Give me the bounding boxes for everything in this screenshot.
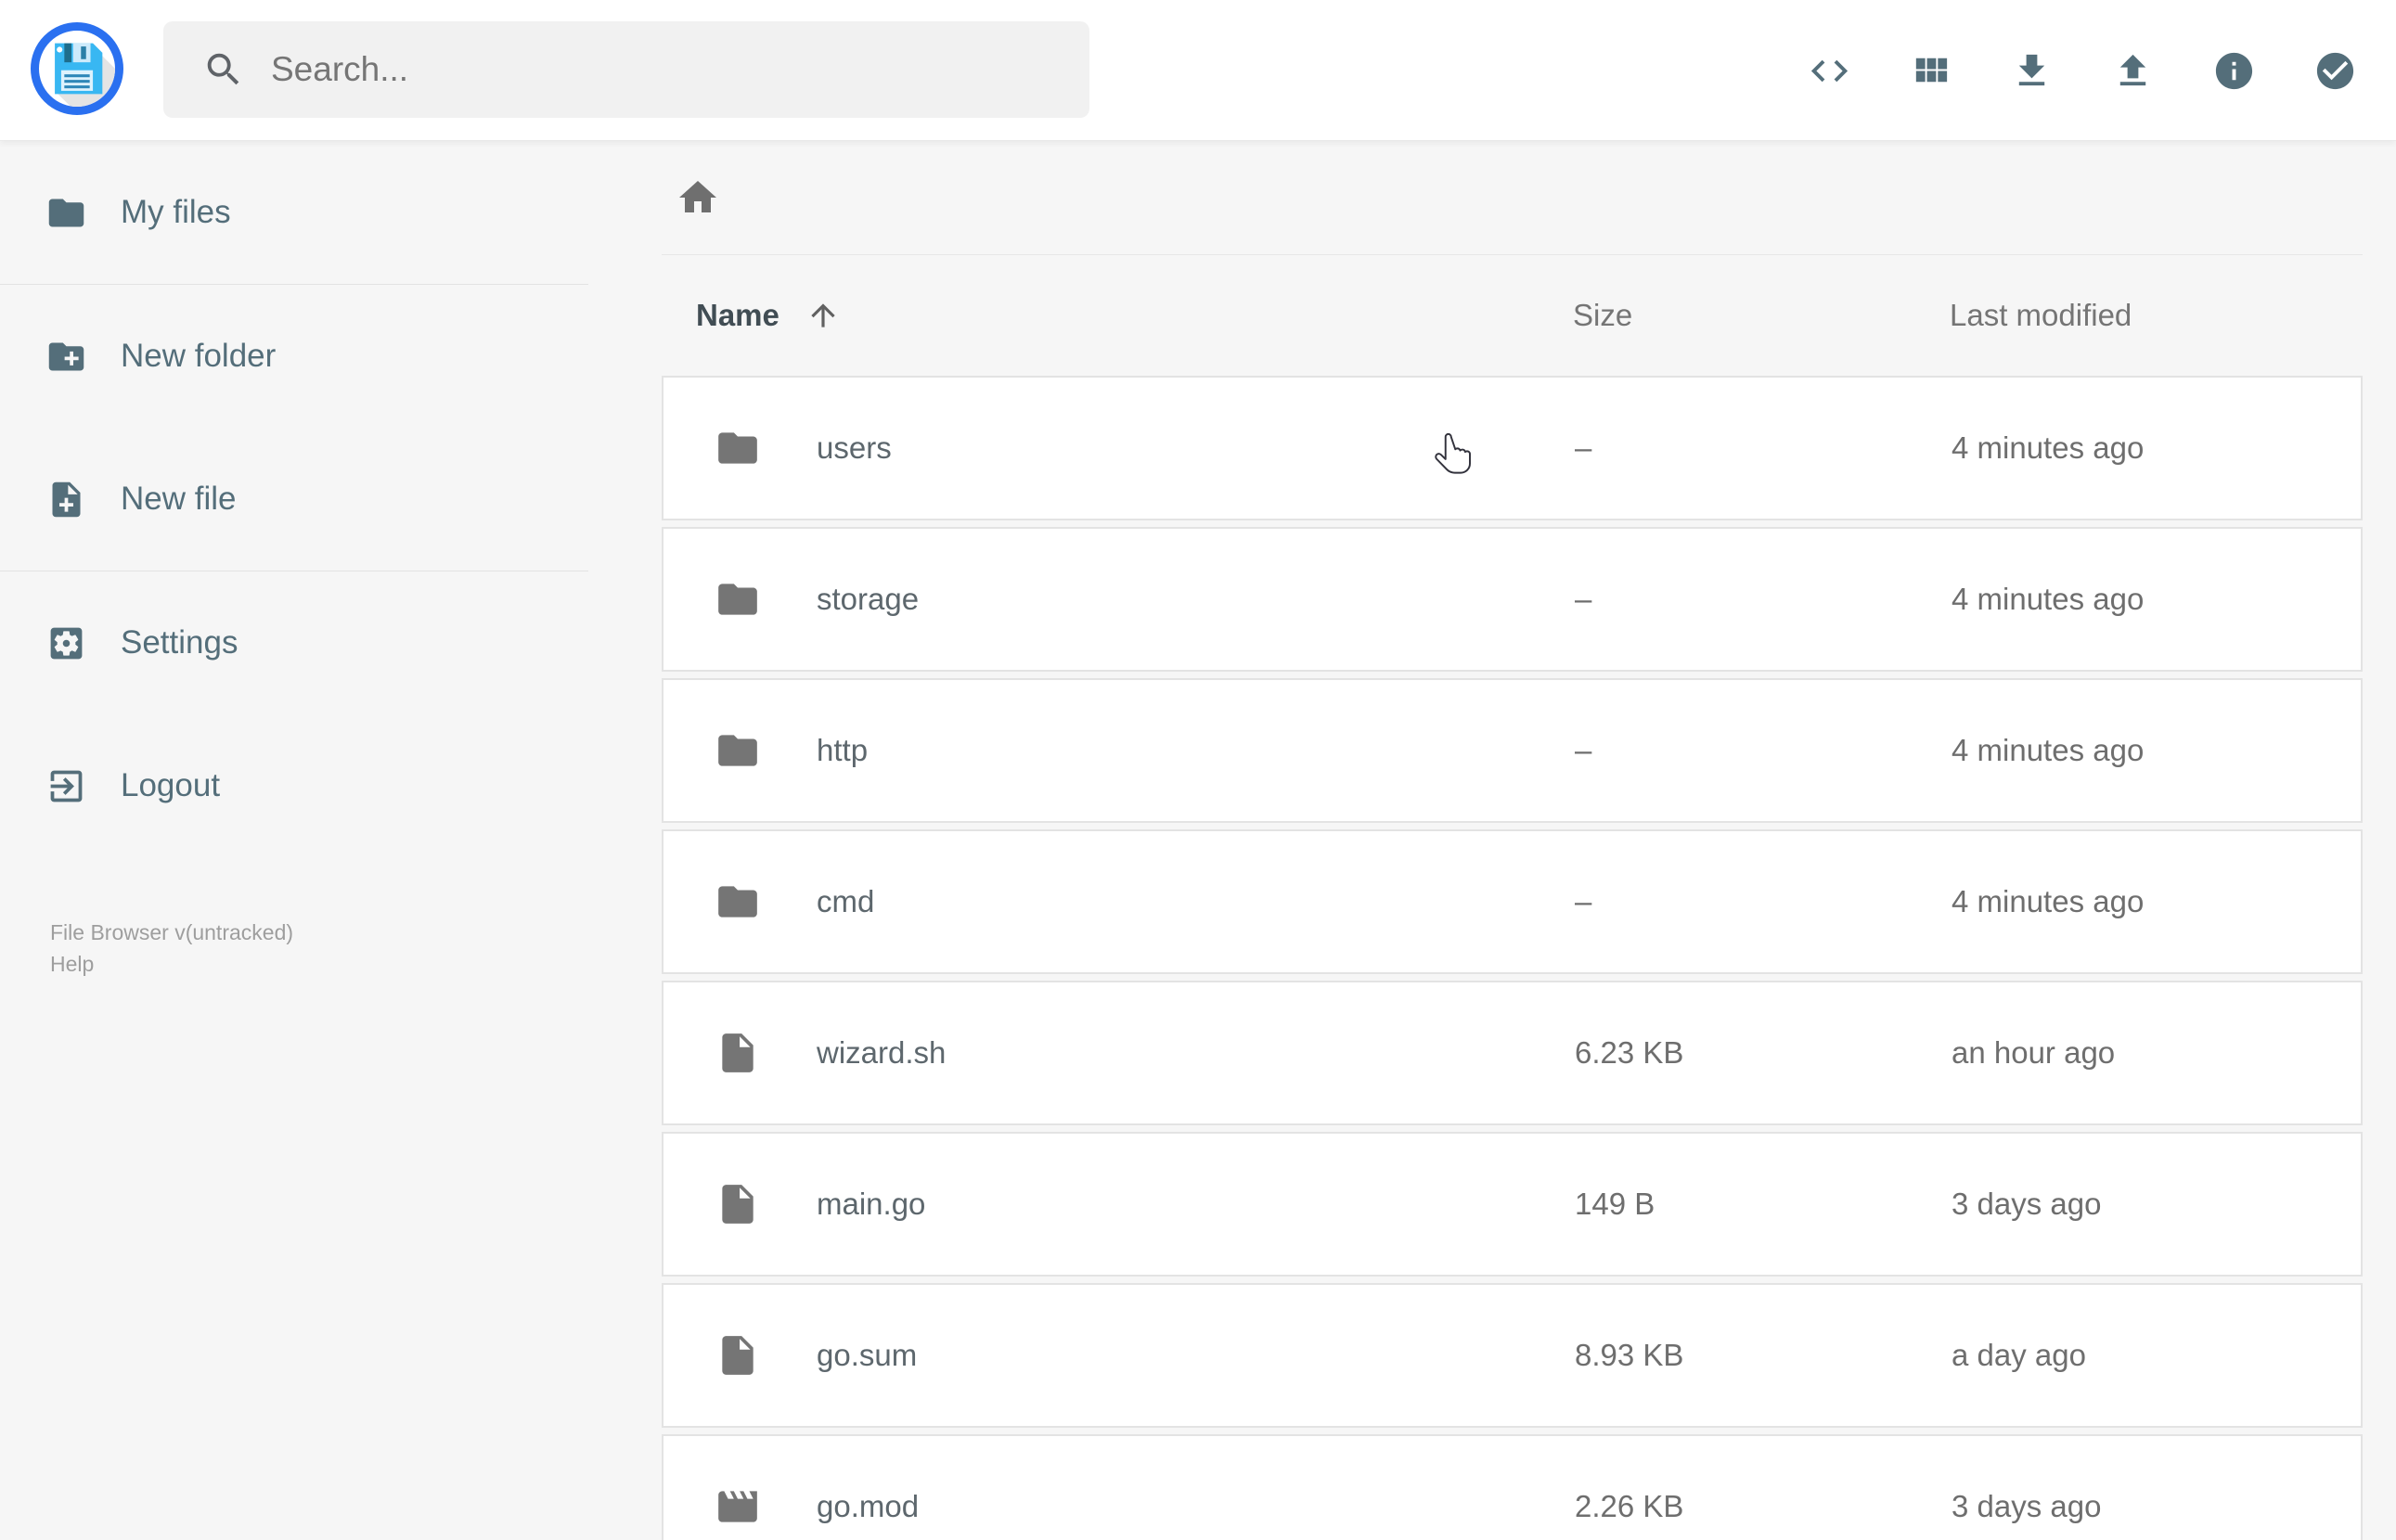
listing-header: Name Size Last modified <box>662 255 2363 376</box>
movie-icon <box>715 1483 761 1530</box>
sidebar-item-label: Logout <box>121 767 221 803</box>
app-logo[interactable] <box>31 22 123 115</box>
file-listing: Name Size Last modified users – 4 minute… <box>662 141 2363 1540</box>
item-modified: 3 days ago <box>1952 1489 2102 1523</box>
floppy-disk-icon <box>55 43 115 107</box>
download-icon <box>2010 49 2054 93</box>
folder-icon <box>715 576 761 622</box>
item-modified: 4 minutes ago <box>1952 582 2145 616</box>
item-name: storage <box>817 582 920 616</box>
sidebar-item-label: New folder <box>121 338 277 374</box>
sort-by-modified-header[interactable]: Last modified <box>1950 255 2132 376</box>
item-name: users <box>817 430 892 465</box>
row-wizard-sh[interactable]: wizard.sh 6.23 KB an hour ago <box>662 981 2363 1125</box>
item-size: 2.26 KB <box>1575 1489 1684 1523</box>
row-go-sum[interactable]: go.sum 8.93 KB a day ago <box>662 1283 2363 1428</box>
upload-button[interactable] <box>2111 49 2155 93</box>
item-name: cmd <box>817 884 875 918</box>
sidebar-item-label: Settings <box>121 624 238 661</box>
sidebar-item-settings[interactable]: Settings <box>0 571 588 714</box>
sidebar-footer: File Browser v(untracked) Help <box>50 917 570 980</box>
new-file-icon <box>45 479 87 520</box>
sidebar-item-new-file[interactable]: New file <box>0 428 588 571</box>
item-size: 8.93 KB <box>1575 1338 1684 1372</box>
file-icon <box>715 1332 761 1379</box>
name-column-label: Name <box>696 298 779 332</box>
info-icon <box>2212 49 2256 93</box>
item-name: main.go <box>817 1187 926 1221</box>
logout-icon <box>45 765 87 807</box>
sort-by-size-header[interactable]: Size <box>1573 255 1632 376</box>
item-size: – <box>1575 582 1592 616</box>
item-size: – <box>1575 430 1592 465</box>
raw-view-button[interactable] <box>1808 49 1851 93</box>
download-button[interactable] <box>2010 49 2054 93</box>
sidebar-item-my-files[interactable]: My files <box>0 141 588 284</box>
search-icon <box>202 48 245 91</box>
item-name: go.mod <box>817 1489 920 1523</box>
row-users[interactable]: users – 4 minutes ago <box>662 376 2363 520</box>
search-bar[interactable] <box>163 21 1089 118</box>
item-modified: 3 days ago <box>1952 1187 2102 1221</box>
select-multiple-button[interactable] <box>2313 49 2357 93</box>
folder-icon <box>715 425 761 471</box>
settings-icon <box>45 622 87 664</box>
folder-icon <box>45 192 87 234</box>
sidebar-item-logout[interactable]: Logout <box>0 714 588 857</box>
item-modified: 4 minutes ago <box>1952 430 2145 465</box>
search-input[interactable] <box>271 50 1089 89</box>
row-http[interactable]: http – 4 minutes ago <box>662 678 2363 823</box>
item-size: 6.23 KB <box>1575 1035 1684 1070</box>
sidebar: My files New folder New file Settings Lo… <box>0 141 588 976</box>
item-modified: a day ago <box>1952 1338 2086 1372</box>
code-icon <box>1808 49 1851 93</box>
file-icon <box>715 1181 761 1227</box>
file-icon <box>715 1030 761 1076</box>
folder-icon <box>715 727 761 774</box>
top-header <box>0 0 2396 141</box>
item-name: wizard.sh <box>817 1035 947 1070</box>
item-name: http <box>817 733 869 767</box>
row-go-mod[interactable]: go.mod 2.26 KB 3 days ago <box>662 1434 2363 1540</box>
row-storage[interactable]: storage – 4 minutes ago <box>662 527 2363 672</box>
item-size: – <box>1575 733 1592 767</box>
switch-view-button[interactable] <box>1909 49 1952 93</box>
upload-icon <box>2111 49 2155 93</box>
sidebar-item-label: My files <box>121 194 231 230</box>
row-cmd[interactable]: cmd – 4 minutes ago <box>662 829 2363 974</box>
folder-icon <box>715 879 761 925</box>
sidebar-item-new-folder[interactable]: New folder <box>0 285 588 428</box>
help-link[interactable]: Help <box>50 948 570 980</box>
item-modified: 4 minutes ago <box>1952 733 2145 767</box>
view-module-icon <box>1909 49 1952 93</box>
version-link[interactable]: File Browser v(untracked) <box>50 917 570 948</box>
item-size: – <box>1575 884 1592 918</box>
home-breadcrumb-button[interactable] <box>676 175 720 220</box>
check-circle-icon <box>2313 49 2357 93</box>
listing-items: users – 4 minutes ago storage – 4 minute… <box>662 376 2363 1540</box>
info-button[interactable] <box>2212 49 2256 93</box>
item-size: 149 B <box>1575 1187 1655 1221</box>
breadcrumb <box>662 141 2363 255</box>
header-toolbar <box>1808 0 2357 141</box>
sidebar-item-label: New file <box>121 481 237 517</box>
sort-by-name-header[interactable]: Name <box>696 255 841 376</box>
item-modified: an hour ago <box>1952 1035 2116 1070</box>
item-modified: 4 minutes ago <box>1952 884 2145 918</box>
row-main-go[interactable]: main.go 149 B 3 days ago <box>662 1132 2363 1277</box>
item-name: go.sum <box>817 1338 918 1372</box>
home-icon <box>676 175 720 220</box>
sort-ascending-icon <box>805 298 841 333</box>
create-new-folder-icon <box>45 336 87 378</box>
